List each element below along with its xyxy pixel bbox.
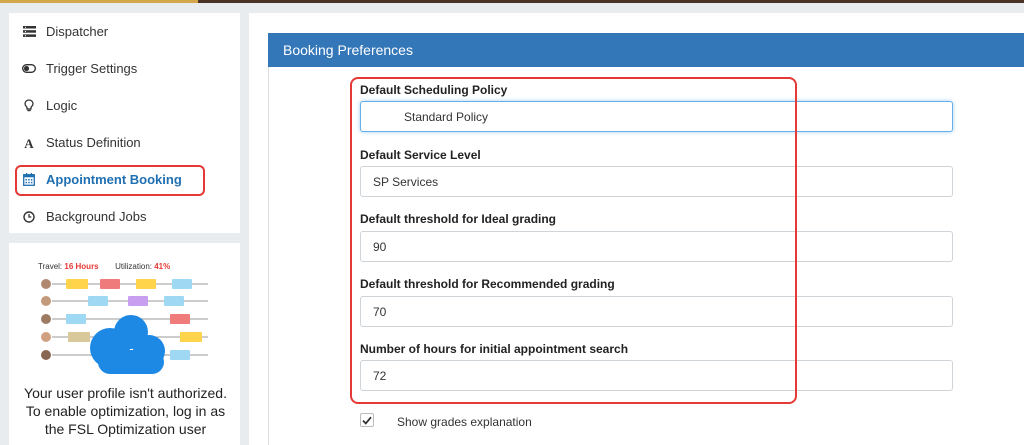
optimization-message: Your user profile isn't authorized. To e… xyxy=(24,385,227,437)
panel-header: Booking Preferences xyxy=(268,33,1024,67)
sidebar-item-trigger-settings[interactable]: Trigger Settings xyxy=(9,50,240,87)
scheduling-policy-label: Default Scheduling Policy xyxy=(360,83,508,97)
recommended-threshold-label: Default threshold for Recommended gradin… xyxy=(360,277,615,291)
toggle-icon xyxy=(22,62,36,76)
optimization-stats: Travel: 16 Hours Utilization: 41% xyxy=(38,262,170,271)
search-hours-input[interactable] xyxy=(360,360,953,391)
service-level-input[interactable] xyxy=(360,166,953,197)
travel-label: Travel: xyxy=(38,262,63,271)
show-grades-label: Show grades explanation xyxy=(397,415,532,429)
sidebar-item-logic[interactable]: Logic xyxy=(9,87,240,124)
sidebar-item-label: Trigger Settings xyxy=(46,61,138,76)
utilization-value: 41% xyxy=(154,262,171,271)
sidebar-item-status-definition[interactable]: A Status Definition xyxy=(9,124,240,161)
service-level-label: Default Service Level xyxy=(360,148,481,162)
calendar-icon xyxy=(22,173,36,187)
avatar-icon xyxy=(41,279,51,360)
travel-value: 16 Hours xyxy=(64,262,99,271)
lightbulb-icon xyxy=(22,99,36,113)
panel-title: Booking Preferences xyxy=(283,42,413,58)
scheduling-policy-input[interactable] xyxy=(360,101,953,132)
list-icon xyxy=(22,25,36,39)
sidebar-item-label: Dispatcher xyxy=(46,24,109,39)
search-hours-label: Number of hours for initial appointment … xyxy=(360,342,629,356)
utilization-label: Utilization: xyxy=(115,262,152,271)
font-icon: A xyxy=(22,136,36,150)
sidebar-item-label: Background Jobs xyxy=(46,209,147,224)
ideal-threshold-input[interactable] xyxy=(360,231,953,262)
schedule-illustration xyxy=(41,279,208,374)
sidebar-item-dispatcher[interactable]: Dispatcher xyxy=(9,13,240,50)
show-grades-checkbox[interactable] xyxy=(360,413,374,427)
sidebar-item-appointment-booking[interactable]: Appointment Booking xyxy=(9,161,240,198)
recommended-threshold-input[interactable] xyxy=(360,296,953,327)
svg-text:A: A xyxy=(24,137,34,149)
cloud-icon xyxy=(90,315,165,374)
sidebar-item-label: Status Definition xyxy=(46,135,141,150)
sidebar-item-background-jobs[interactable]: Background Jobs xyxy=(9,198,240,235)
clock-icon xyxy=(22,210,36,224)
ideal-threshold-label: Default threshold for Ideal grading xyxy=(360,212,557,226)
sidebar-item-label: Appointment Booking xyxy=(46,172,182,187)
top-bar-highlight xyxy=(0,0,198,3)
checkmark-icon xyxy=(362,416,372,425)
sidebar-item-label: Logic xyxy=(46,98,78,113)
top-bar xyxy=(0,0,1024,3)
